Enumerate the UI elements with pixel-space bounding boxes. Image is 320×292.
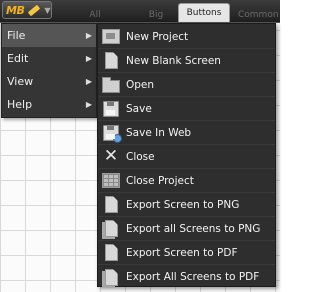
save-disk-icon — [101, 99, 121, 119]
close-project-icon — [101, 171, 121, 191]
menu-item-label: File — [7, 29, 26, 42]
pencil-icon — [28, 4, 41, 16]
main-menu: File ▶ Edit ▶ View ▶ Help ▶ — [1, 23, 97, 118]
app-logo-text: MB — [6, 3, 25, 17]
menu-item-label: Export All Screens to PDF — [126, 271, 260, 283]
menu-item-label: Export Screen to PNG — [126, 198, 240, 211]
menu-item-help[interactable]: Help ▶ — [2, 93, 96, 116]
tab-common[interactable]: Common — [238, 8, 284, 22]
close-icon: ✕ — [103, 146, 119, 166]
menu-item-label: Edit — [7, 52, 29, 65]
tab-big[interactable]: Big — [144, 8, 168, 22]
export-png-icon — [101, 195, 121, 215]
submenu-arrow-icon: ▶ — [85, 77, 92, 86]
blank-document-icon — [101, 51, 121, 71]
menu-item-export-screen-pdf[interactable]: Export Screen to PDF — [98, 241, 275, 265]
export-pdf-icon — [101, 243, 121, 263]
new-project-icon — [101, 27, 121, 47]
menu-item-label: View — [7, 75, 34, 88]
submenu-arrow-icon: ▶ — [85, 54, 92, 63]
tab-buttons[interactable]: Buttons — [178, 3, 230, 22]
top-toolbar: MB ▼ All Big Buttons Common — [0, 0, 280, 23]
menu-item-close-project[interactable]: Close Project — [98, 169, 275, 193]
menu-item-label: Open — [126, 78, 155, 91]
menu-item-file[interactable]: File ▶ — [2, 24, 96, 47]
chevron-down-icon: ▼ — [44, 5, 51, 15]
menu-item-open[interactable]: Open — [98, 73, 275, 97]
menu-item-close[interactable]: ✕ Close — [98, 145, 275, 169]
folder-icon — [101, 75, 121, 95]
menu-item-save[interactable]: Save — [98, 97, 275, 121]
menu-item-label: Export all Screens to PNG — [126, 222, 261, 235]
export-all-pdf-icon — [101, 267, 121, 287]
menu-item-export-all-pdf[interactable]: Export All Screens to PDF — [98, 265, 275, 289]
menu-item-save-in-web[interactable]: Save In Web — [98, 121, 275, 145]
submenu-arrow-icon: ▶ — [85, 100, 92, 109]
menu-item-new-blank-screen[interactable]: New Blank Screen — [98, 49, 275, 73]
menu-item-label: New Blank Screen — [126, 54, 221, 67]
tab-all[interactable]: All — [86, 8, 104, 22]
menu-item-label: Close — [126, 150, 155, 163]
menu-item-label: New Project — [126, 30, 189, 43]
menu-item-edit[interactable]: Edit ▶ — [2, 47, 96, 70]
menu-item-export-screen-png[interactable]: Export Screen to PNG — [98, 193, 275, 217]
submenu-arrow-icon: ▶ — [85, 31, 92, 40]
menu-item-label: Save — [126, 102, 152, 115]
menu-item-label: Export Screen to PDF — [126, 246, 238, 259]
menu-item-label: Close Project — [126, 174, 194, 187]
menu-item-new-project[interactable]: New Project — [98, 25, 275, 49]
app-menu-button[interactable]: MB ▼ — [2, 1, 52, 19]
menu-item-export-all-png[interactable]: Export all Screens to PNG — [98, 217, 275, 241]
export-all-png-icon — [101, 219, 121, 239]
menu-item-view[interactable]: View ▶ — [2, 70, 96, 93]
save-web-icon — [101, 123, 122, 143]
file-submenu: New Project New Blank Screen Open Save S… — [97, 23, 276, 287]
menu-item-label: Help — [7, 98, 33, 111]
menu-item-label: Save In Web — [126, 126, 192, 139]
